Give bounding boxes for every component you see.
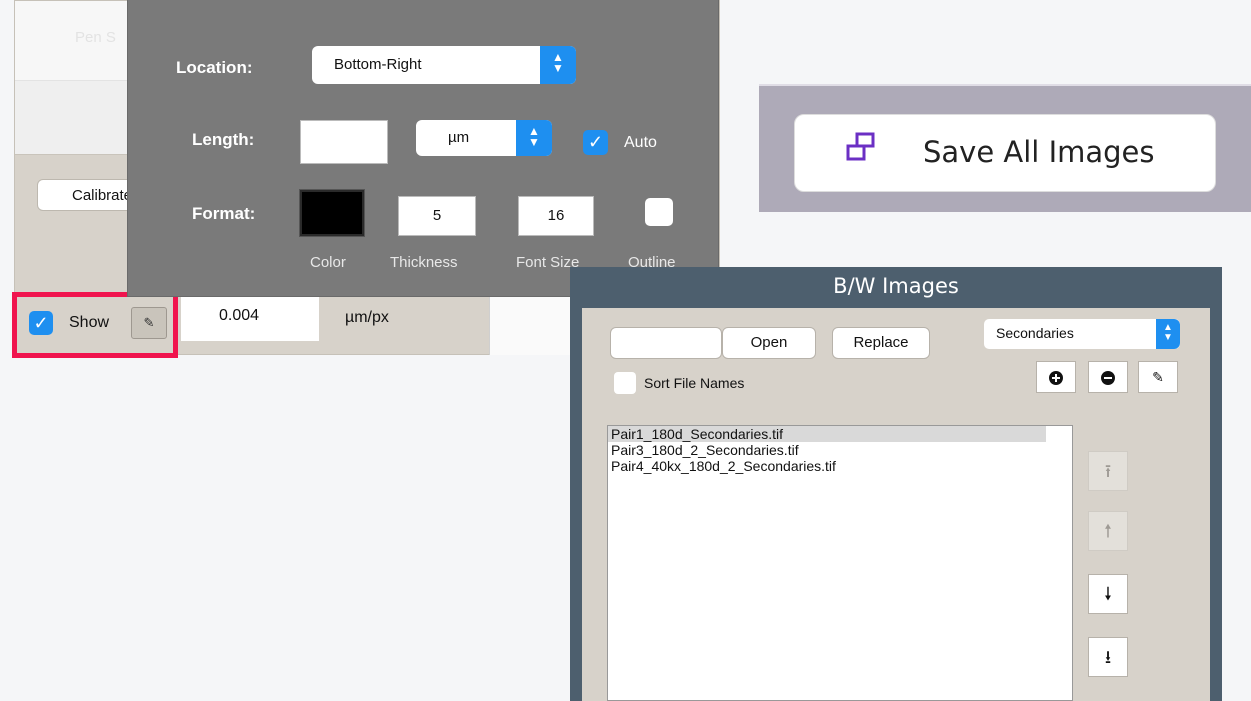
save-all-images-button[interactable]: Save All Images: [794, 114, 1216, 192]
unit-value: µm: [448, 129, 470, 146]
calibration-spacer: [15, 81, 131, 155]
font-size-field[interactable]: 16: [518, 196, 594, 236]
unit-select[interactable]: µm ▲ ▼: [416, 120, 552, 156]
calibration-value-field[interactable]: 0.004: [181, 297, 319, 341]
sort-file-names-label: Sort File Names: [644, 375, 745, 391]
list-item[interactable]: Pair4_40kx_180d_2_Secondaries.tif: [608, 458, 1072, 474]
category-value: Secondaries: [996, 325, 1074, 341]
auto-checkbox[interactable]: ✓: [583, 130, 608, 155]
location-label: Location:: [176, 58, 253, 77]
sort-file-names-checkbox[interactable]: [614, 372, 636, 394]
plus-circle-icon: [1049, 371, 1063, 386]
replace-button[interactable]: Replace: [832, 327, 930, 359]
list-item[interactable]: Pair1_180d_Secondaries.tif: [608, 426, 1046, 442]
outline-checkbox[interactable]: [645, 198, 673, 226]
file-list[interactable]: Pair1_180d_Secondaries.tif Pair3_180d_2_…: [607, 425, 1073, 701]
auto-label: Auto: [624, 134, 657, 151]
color-caption: Color: [310, 254, 346, 271]
edit-image-button[interactable]: ✎: [1138, 361, 1178, 393]
calibration-unit-label: µm/px: [345, 309, 389, 326]
open-button[interactable]: Open: [722, 327, 816, 359]
minus-circle-icon: [1101, 371, 1115, 386]
pen-settings-label: Pen S: [75, 29, 116, 46]
highlight-annotation: [12, 292, 178, 358]
move-to-top-button[interactable]: ⭱: [1088, 451, 1128, 491]
bw-images-title: B/W Images: [833, 274, 959, 298]
copy-icon: [846, 132, 875, 161]
move-up-button[interactable]: 🠕: [1088, 511, 1128, 551]
add-image-button[interactable]: [1036, 361, 1076, 393]
thickness-caption: Thickness: [390, 254, 458, 271]
scale-bar-popover: Location: Bottom-Right ▲ ▼ Length: µm ▲ ▼ …: [128, 0, 718, 296]
arrow-to-bottom-icon: ⭳: [1104, 647, 1112, 667]
remove-image-button[interactable]: [1088, 361, 1128, 393]
format-label: Format:: [192, 204, 256, 223]
move-to-bottom-button[interactable]: ⭳: [1088, 637, 1128, 677]
select-arrows-icon: ▲ ▼: [1156, 319, 1180, 349]
location-select[interactable]: Bottom-Right ▲ ▼: [312, 46, 576, 84]
select-arrows-icon: ▲ ▼: [540, 46, 576, 84]
save-all-banner: Save All Images: [759, 84, 1251, 212]
color-swatch[interactable]: [300, 190, 364, 236]
length-input[interactable]: [300, 120, 388, 164]
pencil-icon: ✎: [1152, 369, 1164, 385]
select-arrows-icon: ▲ ▼: [516, 120, 552, 156]
pen-settings-header: Pen S: [15, 1, 131, 81]
length-label: Length:: [192, 130, 255, 149]
list-item[interactable]: Pair3_180d_2_Secondaries.tif: [608, 442, 1072, 458]
move-down-button[interactable]: 🠗: [1088, 574, 1128, 614]
thickness-field[interactable]: 5: [398, 196, 476, 236]
location-value: Bottom-Right: [334, 56, 422, 73]
arrow-down-icon: 🠗: [1104, 584, 1112, 604]
save-all-images-label: Save All Images: [923, 135, 1155, 169]
arrow-to-top-icon: ⭱: [1104, 461, 1112, 481]
arrow-up-icon: 🠕: [1104, 521, 1112, 541]
category-select[interactable]: Secondaries ▲ ▼: [984, 319, 1180, 349]
load-button[interactable]: [610, 327, 722, 359]
bw-images-window: B/W Images Open Replace Secondaries ▲ ▼ S…: [570, 267, 1222, 701]
bw-images-body: Open Replace Secondaries ▲ ▼ Sort File Na…: [582, 308, 1210, 701]
